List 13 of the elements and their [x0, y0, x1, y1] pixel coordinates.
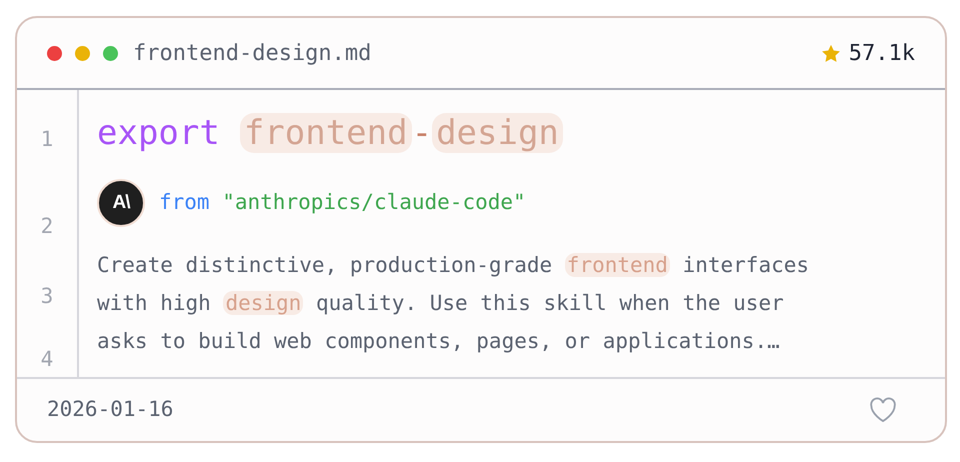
heart-icon[interactable] — [869, 397, 897, 423]
skill-description: Create distinctive, production-grade frontend interfaces with high design quality. Use this skill when the user asks to build web components, pages, or applications.… — [97, 252, 810, 355]
line-number: 3 — [40, 283, 54, 310]
star-count: 57.1k — [848, 40, 915, 68]
skill-title: export frontend-design — [97, 110, 563, 156]
star-icon — [820, 44, 841, 62]
line-number: 2 — [40, 212, 54, 240]
date-label: 2026-01-16 — [47, 396, 174, 424]
line-number: 4 — [40, 346, 54, 372]
source-line: from "anthropics/claude-code" — [159, 189, 526, 216]
line-number: 1 — [40, 126, 54, 153]
window-title: frontend-design.md — [133, 40, 372, 68]
avatar: A\ — [97, 179, 145, 227]
